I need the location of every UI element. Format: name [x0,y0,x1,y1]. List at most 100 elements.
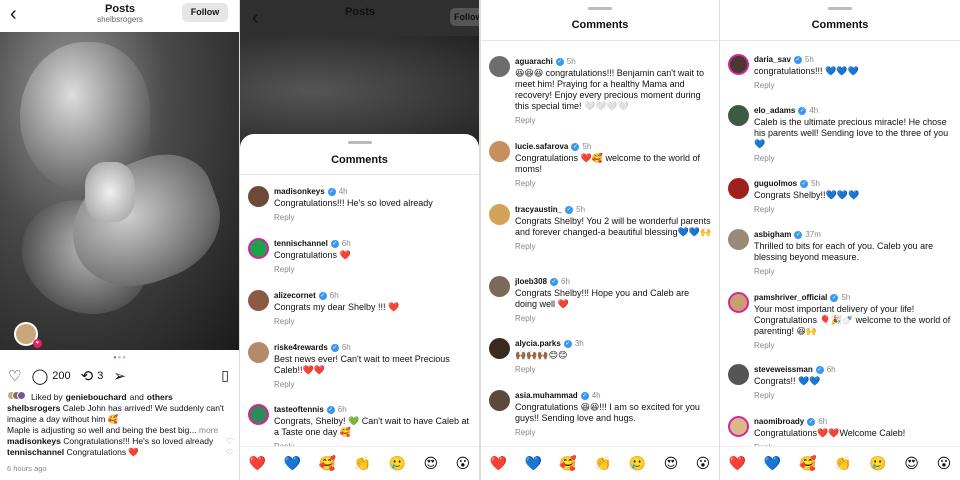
emoji-reaction-button[interactable]: 🥲 [869,455,886,472]
comment-avatar[interactable] [728,105,749,126]
share-send-icon[interactable]: ➢ [113,369,126,384]
emoji-reaction-button[interactable]: 🥰 [799,455,816,472]
verified-badge-icon: ✓ [793,55,802,64]
comment-username[interactable]: madisonkeys [274,186,325,197]
preview-comment-text: Congratulations!!! He's so loved already [63,436,214,446]
emoji-reaction-button[interactable]: 💙 [764,455,781,472]
follow-button[interactable]: Follow [450,8,479,26]
reply-button[interactable]: Reply [515,178,713,189]
reply-button[interactable]: Reply [274,212,473,223]
sheet-handle[interactable] [588,7,612,10]
post-panel: ‹ Posts shelbsrogers Follow ♥ 👤 🔇 ●●● ♡ … [0,0,240,480]
comment-username[interactable]: jloeb308 [515,276,547,287]
emoji-reaction-button[interactable]: ❤️ [249,455,266,472]
reply-button[interactable]: Reply [274,264,473,275]
comment-avatar[interactable] [248,290,269,311]
comment-avatar[interactable] [248,342,269,363]
like-heart-icon[interactable]: ♡ [8,369,21,384]
comment-avatar[interactable] [248,404,269,425]
preview-comment-user[interactable]: tennischannel [7,447,64,457]
comment-username[interactable]: asia.muhammad [515,390,578,401]
reply-button[interactable]: Reply [754,204,954,215]
preview-comment-user[interactable]: madisonkeys [7,436,61,446]
comment-username[interactable]: tennischannel [274,238,328,249]
comment-username-row: daria_sav ✓ 5h [754,54,954,65]
comment-avatar[interactable] [728,416,749,437]
comment-avatar[interactable] [728,178,749,199]
comment-username[interactable]: riske4rewards [274,342,328,353]
comment-username[interactable]: alycia.parks [515,338,561,349]
reply-button[interactable]: Reply [515,364,713,375]
emoji-reaction-button[interactable]: 😍 [423,455,438,472]
comment-username[interactable]: tracyaustin_ [515,204,562,215]
comment-username[interactable]: asbigham [754,229,791,240]
reply-button[interactable]: Reply [754,340,954,351]
emoji-reaction-button[interactable]: 🥰 [559,455,576,472]
comment-avatar[interactable] [248,238,269,259]
more-link[interactable]: more [199,425,218,435]
liked-by-line[interactable]: Liked by geniebouchard and others [7,391,173,402]
reply-button[interactable]: Reply [515,427,713,438]
verified-badge-icon: ✓ [580,391,589,400]
emoji-reaction-button[interactable]: 😍 [904,455,919,472]
comment-avatar[interactable] [489,390,510,411]
reply-button[interactable]: Reply [274,316,473,327]
emoji-reaction-button[interactable]: ❤️ [490,455,507,472]
comment-username[interactable]: guguolmos [754,178,797,189]
comment-username[interactable]: tasteoftennis [274,404,324,415]
emoji-reaction-button[interactable]: 😮 [937,455,952,472]
comment-avatar[interactable] [728,292,749,313]
emoji-reaction-button[interactable]: 👏 [354,455,371,472]
comments-panel-2: Comments aguarachi ✓ 5h 😆😆😆 congratulations… [480,0,720,480]
comment-avatar[interactable] [728,229,749,250]
comment-avatar[interactable] [489,141,510,162]
emoji-reaction-button[interactable]: 🥰 [319,455,336,472]
comment-username[interactable]: elo_adams [754,105,795,116]
sheet-handle[interactable] [347,141,372,144]
liked-by-user[interactable]: geniebouchard [66,392,127,402]
comment-avatar[interactable] [728,364,749,385]
comment-avatar[interactable] [728,54,749,75]
comment-avatar[interactable] [248,186,269,207]
comment-username-row: naomibroady ✓ 6h [754,416,954,427]
reply-button[interactable]: Reply [754,390,954,401]
reply-button[interactable]: Reply [515,241,713,252]
heart-outline-icon[interactable]: ♡ [226,447,233,458]
reply-button[interactable]: Reply [754,80,954,91]
heart-outline-icon[interactable]: ♡ [226,436,233,447]
emoji-reaction-button[interactable]: 😮 [456,455,471,472]
emoji-reaction-button[interactable]: 😮 [696,455,711,472]
comment-username[interactable]: alizecornet [274,290,316,301]
reply-button[interactable]: Reply [515,313,713,324]
comment-avatar[interactable] [489,276,510,297]
follow-button[interactable]: Follow [182,3,228,22]
comment-avatar[interactable] [489,338,510,359]
reply-button[interactable]: Reply [515,115,713,126]
comment-bubble-icon[interactable]: ◯ [31,369,48,384]
sheet-handle[interactable] [828,7,852,10]
comment-avatar[interactable] [489,204,510,225]
emoji-reaction-button[interactable]: 🥲 [389,455,406,472]
comment-username[interactable]: aguarachi [515,56,553,67]
post-photo[interactable]: ♥ 👤 🔇 [0,32,239,350]
comment-avatar[interactable] [489,56,510,77]
emoji-reaction-button[interactable]: 💙 [524,455,541,472]
repost-icon[interactable]: ⟲ [81,369,94,384]
emoji-reaction-button[interactable]: ❤️ [729,455,746,472]
bookmark-icon[interactable]: ▯ [221,367,229,384]
comment-username[interactable]: daria_sav [754,54,791,65]
reply-button[interactable]: Reply [754,266,954,277]
emoji-reaction-button[interactable]: 😍 [664,455,679,472]
emoji-reaction-button[interactable]: 👏 [834,455,851,472]
comment-username[interactable]: pamshriver_official [754,292,827,303]
comment-username[interactable]: lucie.safarova [515,141,568,152]
emoji-reaction-button[interactable]: 🥲 [629,455,646,472]
reply-button[interactable]: Reply [274,379,473,390]
liked-by-others[interactable]: others [147,392,173,402]
emoji-reaction-button[interactable]: 👏 [594,455,611,472]
reply-button[interactable]: Reply [754,153,954,164]
comment-username[interactable]: steveweissman [754,364,813,375]
caption-user[interactable]: shelbsrogers [7,403,60,413]
emoji-reaction-button[interactable]: 💙 [284,455,301,472]
comment-username[interactable]: naomibroady [754,416,804,427]
